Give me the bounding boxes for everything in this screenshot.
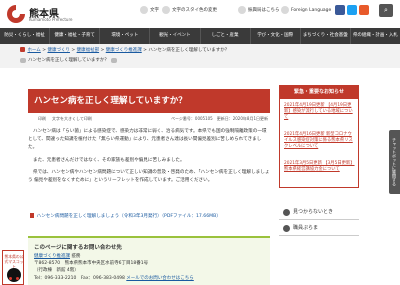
global-nav: 防災・くらし・福祉 健康・福祉・子育て 環境・ペット 観光・イベント しごと・産… [0,28,400,44]
staff-link[interactable]: 職員ぷらま [279,221,359,236]
print-large-link[interactable]: 文字を大きくして印刷 [52,116,92,122]
contact-address: 〒862-8570 熊本県熊本市中央区水前寺6丁目18番1号 [34,261,149,266]
gnav-item-health[interactable]: 健康・福祉・子育て [50,28,101,44]
color-icon [162,6,170,14]
share-bar: ハンセン病を正しく理解していますか？ [20,57,117,63]
person-icon [283,225,290,232]
gnav-item-industry[interactable]: しごと・産業 [201,28,251,44]
emergency-item[interactable]: 2021年3月5日更新 【3月5日更新】熊本県経営講協力金について [284,161,356,173]
article-meta: 印刷 文字を大きくして印刷 ページ番号：0005105 更新日：2020年8月1… [28,115,270,123]
page-number: ページ番号：0005105 [170,116,213,121]
text-size-label: 文字 [150,8,159,13]
print-link[interactable]: 印刷 [38,116,46,122]
emergency-notices: 緊急・重要なお知らせ 2021年4月19日更新 【4月19日更新】感染が流行して… [279,85,359,188]
emergency-item[interactable]: 2021年4月16日更新 新型コロナウイルス感染症対策に係る熊本県リスクレベルに… [284,132,356,151]
paragraph: 県では、ハンセン病やハンセン病問題について正しい知識の普及・啓発のため、「ハンセ… [28,169,270,184]
mascot-banner[interactable]: 熊本県の公式マスコット [2,250,24,285]
not-found-label: 見つからないとき [293,209,334,215]
emergency-title: 緊急・重要なお知らせ [280,86,358,99]
contact-mail-link[interactable]: メールでのお問い合わせはこちら [126,276,194,281]
gnav-item-environment[interactable]: 環境・ペット [100,28,151,44]
pdf-download-link[interactable]: ハンセン病問題を正しく理解しましょう（令和3年3月発行）（PDFファイル：17.… [30,213,221,219]
breadcrumb-home[interactable]: ホーム [27,48,40,53]
contact-dept-link[interactable]: 健康づくり推進課 [34,254,70,259]
facebook-icon[interactable] [335,5,345,15]
emergency-item[interactable]: 2021年4月19日更新 【4月19日更新】感染が流行している地域について [284,103,356,122]
article-body: ハンセン病は「らい菌」による感染症で、感染力は非常に弱く、治る病気です。本県でも… [28,128,270,189]
magnifier-icon[interactable]: ⌕ [379,4,393,17]
building-icon [238,6,246,14]
contact-title: このページに関するお問い合わせ先 [34,245,122,251]
logo-en: Kumamoto Prefecture [29,17,73,22]
foreign-language-label: Foreign Language [291,7,332,13]
text-size-link[interactable]: 文字 [140,6,159,14]
contact-tel: Tel：096-333-2210 Fax：096-383-0498 [34,276,125,281]
site-header: 熊本県 Kumamoto Prefecture 文字 文字のスタイ色の変更 振興… [0,0,400,28]
mascot-cheek [9,277,12,280]
page-title: ハンセン病を正しく理解していますか？ [28,89,270,113]
contact-phone: Tel：096-333-2210 Fax：096-383-0498 メールでのお… [34,275,194,281]
updated-date: 更新日：2020年8月1日更新 [216,116,268,121]
bureau-link[interactable]: 振興局はこちら [238,6,280,14]
site-logo[interactable]: 熊本県 Kumamoto Prefecture [6,4,94,24]
mascot-banner-label: 熊本県の公式マスコット [4,254,24,269]
text-style-label: 文字のスタイ色の変更 [172,8,217,13]
text-style-link[interactable]: 文字のスタイ色の変更 [162,6,217,14]
text-size-icon [140,6,148,14]
pdf-icon [30,213,34,218]
contact-dept-suffix: 疫務 [71,254,81,259]
pdf-link-label: ハンセン病問題を正しく理解しましょう（令和3年3月発行）（PDFファイル：17.… [36,214,221,219]
foreign-language-link[interactable]: Foreign Language [281,6,331,14]
kumamoto-logo-icon [7,4,26,23]
not-found-link[interactable]: 見つからないとき [279,205,359,220]
paragraph: また、元患者さんだけではなく、その家族も差別や偏見に苦しみました。 [33,157,185,163]
question-icon [283,209,290,216]
chatbot-tab[interactable]: チャットボットに質問する [389,130,400,194]
share-icon[interactable] [20,57,26,63]
gnav-item-tourism[interactable]: 観光・イベント [150,28,201,44]
gnav-item-infrastructure[interactable]: まちづくり・社会基盤 [301,28,351,44]
breadcrumb: ホーム > 健康づくり > 健康福祉部 > 健康づくり推進課 > ハンセン病を正… [20,47,229,53]
contact-building: （行政棟 新館 4階） [34,268,79,273]
breadcrumb-current: ハンセン病を正しく理解していますか？ [148,48,230,53]
share-label: ハンセン病を正しく理解していますか？ [28,58,109,63]
breadcrumb-health[interactable]: 健康づくり [47,48,70,53]
bureau-label: 振興局はこちら [248,8,280,13]
breadcrumb-bar: ホーム > 健康づくり > 健康福祉部 > 健康づくり推進課 > ハンセン病を正… [0,44,400,68]
twitter-icon[interactable] [347,5,357,15]
contact-dept-line: 健康づくり推進課 疫務 [34,253,80,259]
gnav-item-safety[interactable]: 防災・くらし・福祉 [0,28,51,44]
mascot-cheek [16,277,19,280]
share-tag-icon[interactable] [110,57,117,63]
contact-box: このページに関するお問い合わせ先 健康づくり推進課 疫務 〒862-8570 熊… [28,236,270,285]
mascot-icon[interactable] [359,5,369,15]
paragraph: ハンセン病は「らい菌」による感染症で、感染力は非常に弱く、治る病気です。本県でも… [28,129,267,151]
home-icon [20,47,25,52]
globe-icon [281,6,289,14]
breadcrumb-division[interactable]: 健康づくり推進課 [106,48,142,53]
staff-label: 職員ぷらま [293,225,319,231]
gnav-item-culture[interactable]: 学び・文化・国際 [251,28,301,44]
gnav-item-organization[interactable]: 県の組織・計画・入札 [351,28,400,44]
breadcrumb-dept[interactable]: 健康福祉部 [77,48,100,53]
